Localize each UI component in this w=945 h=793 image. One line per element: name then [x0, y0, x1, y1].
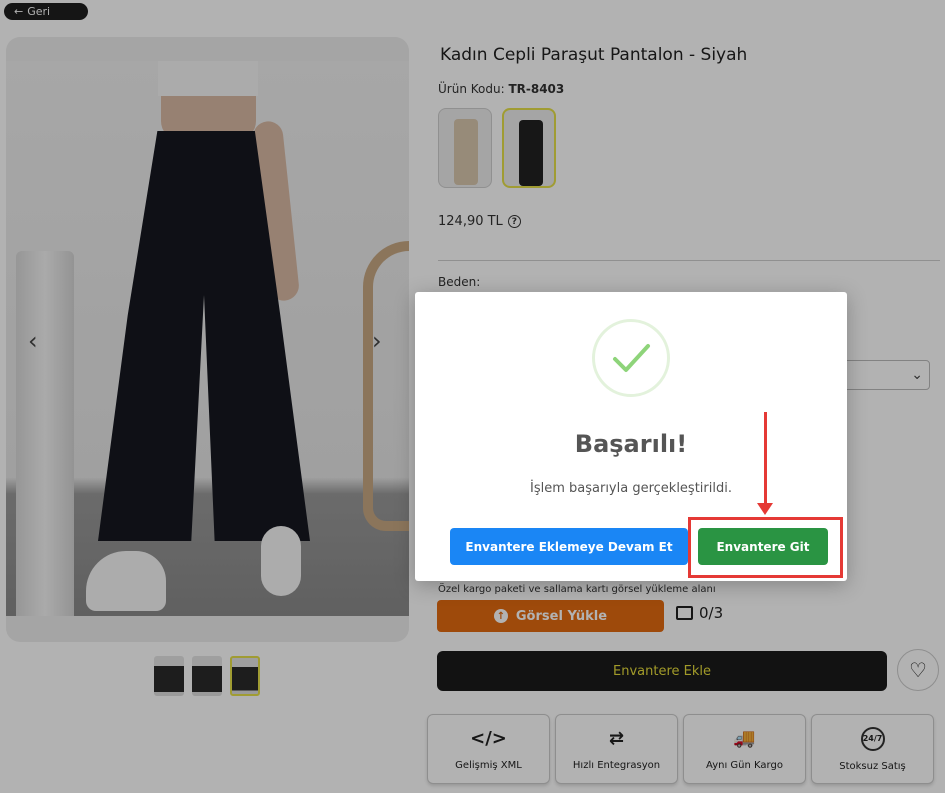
- continue-adding-button[interactable]: Envantere Eklemeye Devam Et: [450, 528, 688, 565]
- success-check-icon: [592, 319, 670, 397]
- annotation-highlight-box: [688, 517, 843, 578]
- modal-title: Başarılı!: [574, 430, 688, 458]
- annotation-arrow: [764, 412, 767, 507]
- annotation-arrow-head: [757, 503, 773, 515]
- modal-message: İşlem başarıyla gerçekleştirildi.: [530, 481, 732, 496]
